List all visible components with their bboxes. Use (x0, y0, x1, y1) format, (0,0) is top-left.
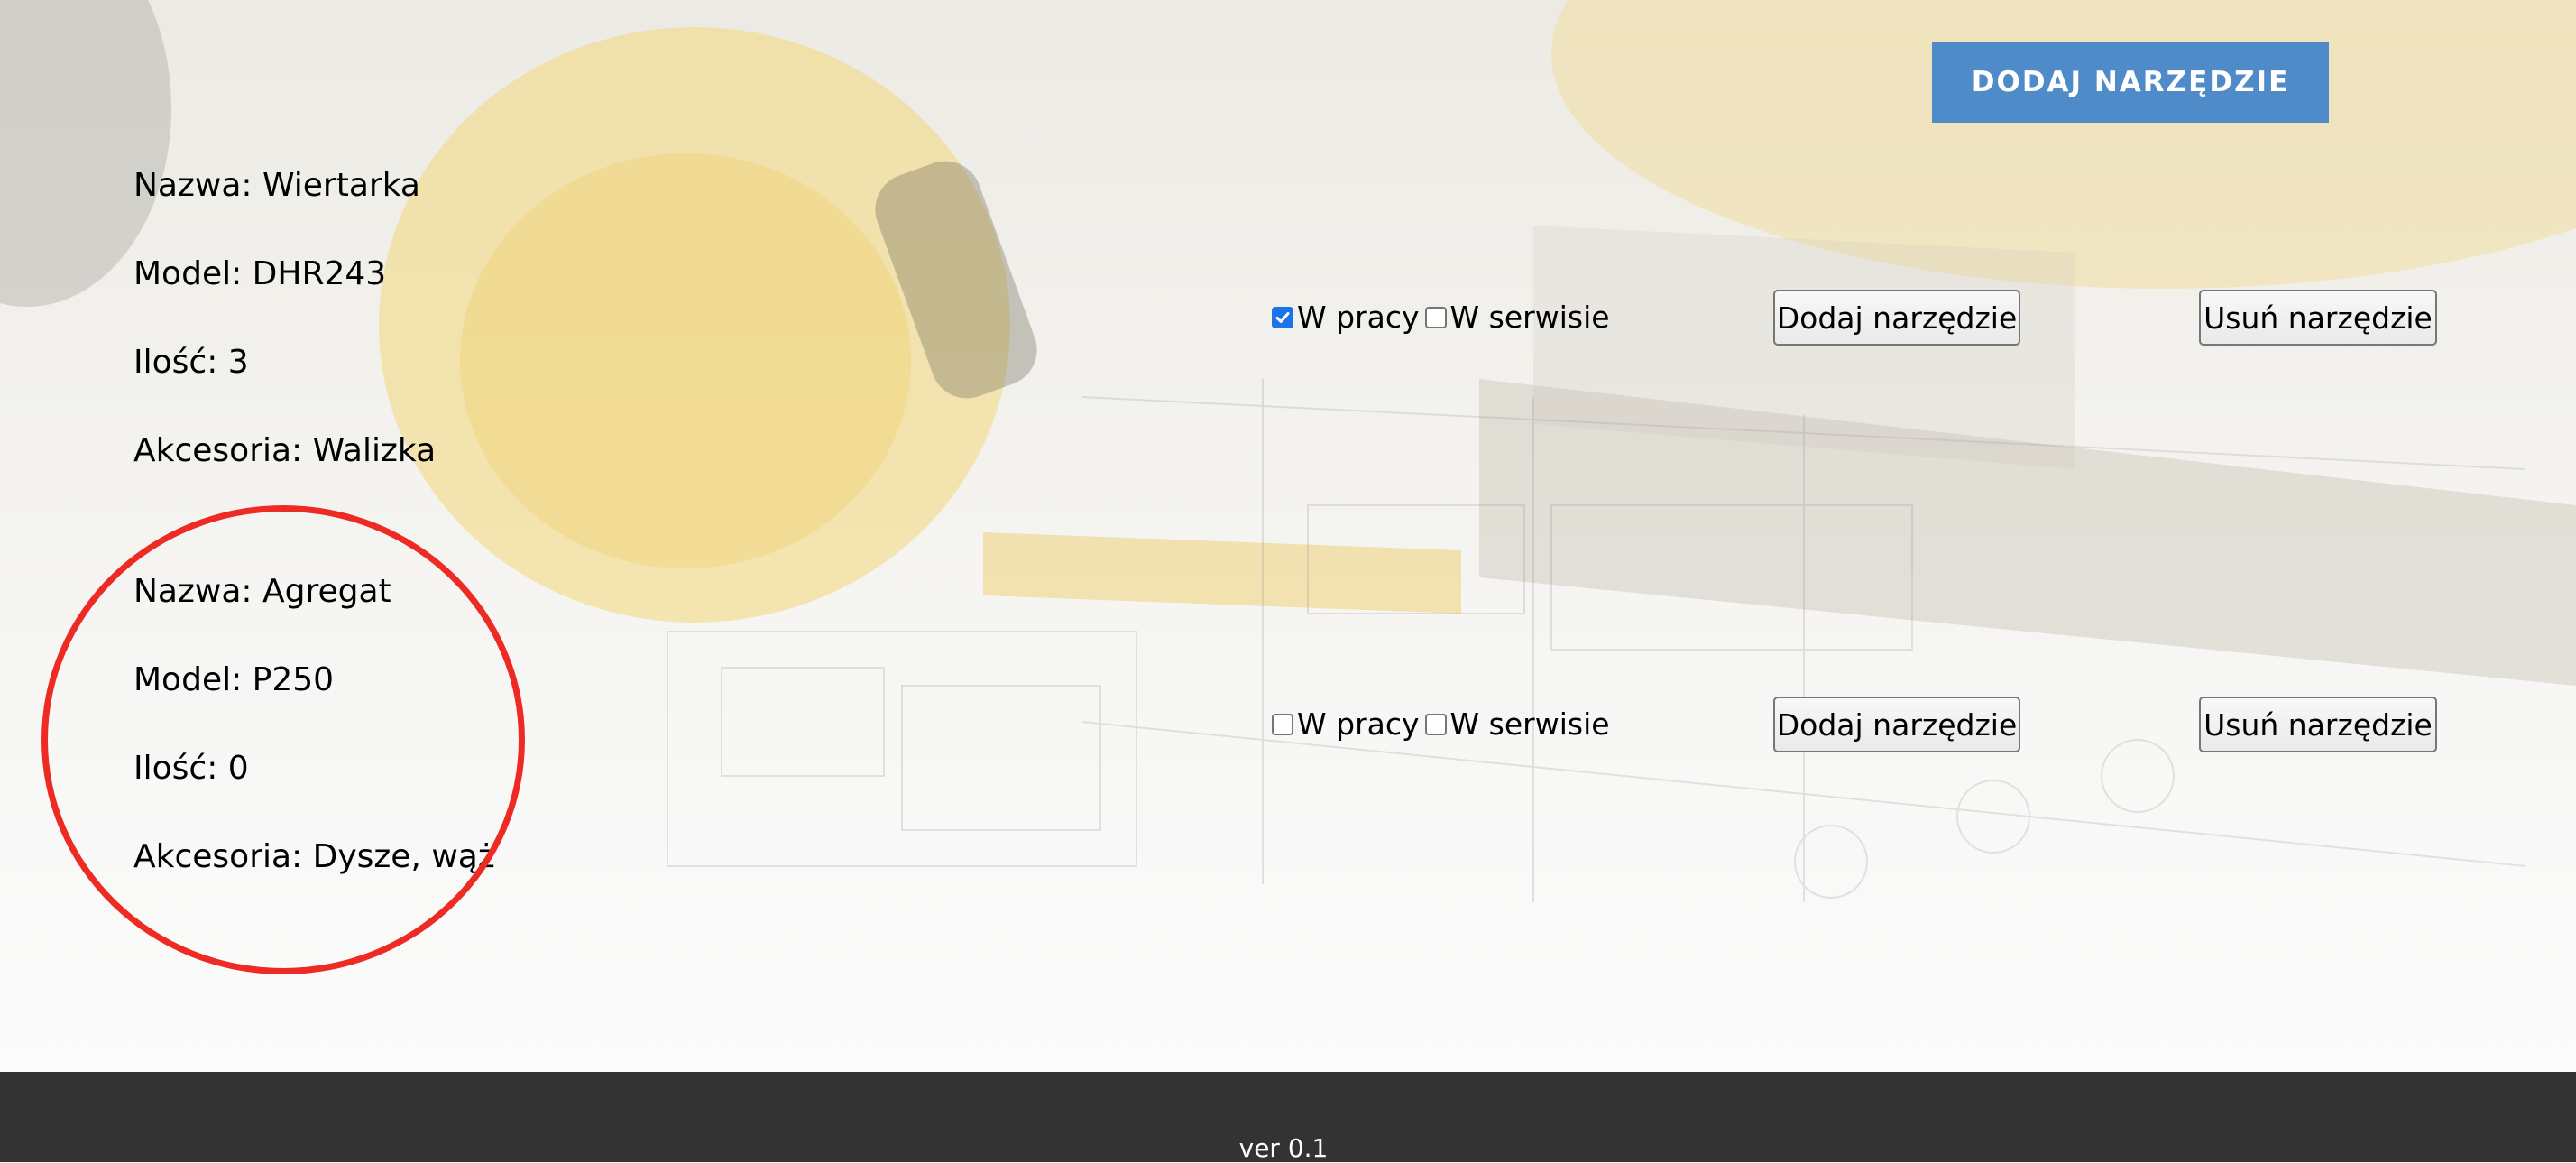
tool-model-text: Model: P250 (133, 661, 335, 698)
version-label: ver 0.1 (1238, 1133, 1329, 1163)
tool-entry: Nazwa: Wiertarka Model: DHR243 Ilość: 3 … (133, 170, 765, 523)
tool-name-text: Nazwa: Wiertarka (133, 167, 420, 204)
tool-model: Model: P250 (133, 664, 765, 752)
tool-accessories: Akcesoria: Dysze, wąż (133, 841, 765, 929)
footer: ver 0.1 (0, 1072, 2576, 1163)
in-service-label: W serwisie (1449, 706, 1610, 742)
in-service-label: W serwisie (1449, 300, 1610, 335)
tool-model: Model: DHR243 (133, 258, 765, 346)
tool-quantity: Ilość: 3 (133, 346, 765, 435)
tool-name: Nazwa: Wiertarka (133, 170, 765, 258)
tool-accessories-text: Akcesoria: Dysze, wąż (133, 838, 495, 875)
tool-quantity: Ilość: 0 (133, 752, 765, 841)
tool-accessories-text: Akcesoria: Walizka (133, 432, 437, 469)
add-tool-main-button[interactable]: DODAJ NARZĘDZIE (1932, 42, 2329, 123)
main-content: DODAJ NARZĘDZIE Nazwa: Wiertarka Model: … (0, 0, 2576, 1072)
in-work-label: W pracy (1297, 706, 1420, 742)
tool-name: Nazwa: Agregat (133, 576, 765, 664)
in-work-label: W pracy (1297, 300, 1420, 335)
add-tool-button[interactable]: Dodaj narzędzie (1773, 697, 2020, 752)
in-work-checkbox[interactable] (1272, 306, 1293, 328)
tool-quantity-text: Ilość: 3 (133, 344, 249, 381)
remove-tool-button[interactable]: Usuń narzędzie (2199, 290, 2437, 346)
in-service-checkbox[interactable] (1424, 713, 1447, 735)
add-tool-button[interactable]: Dodaj narzędzie (1773, 290, 2020, 346)
tool-model-text: Model: DHR243 (133, 255, 387, 292)
tool-status-group: W pracy W serwisie (1272, 300, 1615, 335)
in-service-checkbox[interactable] (1424, 306, 1447, 328)
tool-status-group: W pracy W serwisie (1272, 706, 1615, 742)
tool-name-text: Nazwa: Agregat (133, 573, 391, 610)
tool-entry: Nazwa: Agregat Model: P250 Ilość: 0 Akce… (133, 576, 765, 929)
in-work-checkbox[interactable] (1272, 713, 1293, 735)
remove-tool-button[interactable]: Usuń narzędzie (2199, 697, 2437, 752)
tool-quantity-text: Ilość: 0 (133, 750, 249, 787)
tool-accessories: Akcesoria: Walizka (133, 435, 765, 523)
